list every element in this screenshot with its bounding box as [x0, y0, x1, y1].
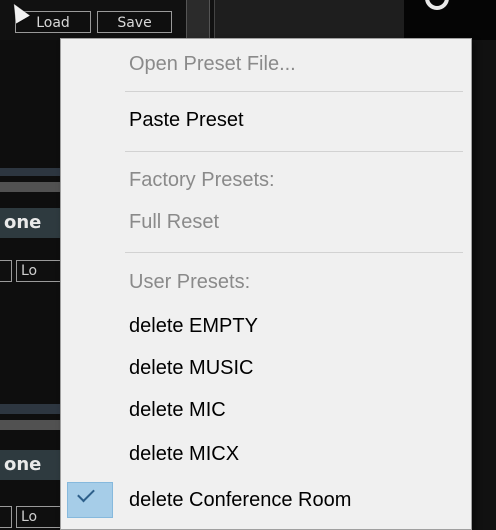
slider-slot[interactable] — [186, 0, 210, 40]
menu-separator — [125, 91, 463, 92]
right-panel — [472, 40, 496, 530]
menu-separator — [125, 252, 463, 253]
menu-item-delete-conference-room[interactable]: delete Conference Room — [61, 481, 471, 519]
menu-header-user-presets: User Presets: — [129, 271, 251, 293]
menu-separator — [125, 151, 463, 152]
channel-small-button[interactable] — [0, 260, 12, 282]
preset-context-menu: Open Preset File... Paste Preset Factory… — [60, 38, 472, 530]
save-button[interactable]: Save — [97, 11, 172, 33]
menu-header-factory-presets: Factory Presets: — [129, 169, 275, 191]
channel-small-button[interactable] — [0, 506, 12, 528]
channel-buttons-row: Lo — [0, 260, 64, 284]
channel-load-button[interactable]: Lo — [16, 506, 64, 528]
channel-label: one — [0, 450, 60, 480]
knob-panel — [404, 0, 496, 40]
menu-item-delete-empty[interactable]: delete EMPTY — [61, 307, 471, 345]
divider — [0, 182, 60, 192]
channel-buttons-row: Lo — [0, 506, 64, 530]
menu-item-full-reset: Full Reset — [129, 211, 220, 233]
check-mark-icon — [77, 484, 95, 503]
checked-indicator — [67, 482, 113, 518]
menu-item-delete-micx[interactable]: delete MICX — [61, 435, 471, 473]
menu-item-delete-mic[interactable]: delete MIC — [61, 391, 471, 429]
ruler-panel — [214, 0, 405, 40]
divider — [0, 404, 60, 414]
channel-load-button[interactable]: Lo — [16, 260, 64, 282]
menu-item-delete-music[interactable]: delete MUSIC — [61, 349, 471, 387]
menu-item-paste-preset[interactable]: Paste Preset — [61, 101, 471, 139]
menu-item-label: delete Conference Room — [129, 489, 352, 511]
divider — [0, 420, 60, 430]
divider — [0, 168, 60, 176]
channel-label: one — [0, 208, 60, 238]
menu-item-open-preset-file: Open Preset File... — [129, 53, 296, 75]
